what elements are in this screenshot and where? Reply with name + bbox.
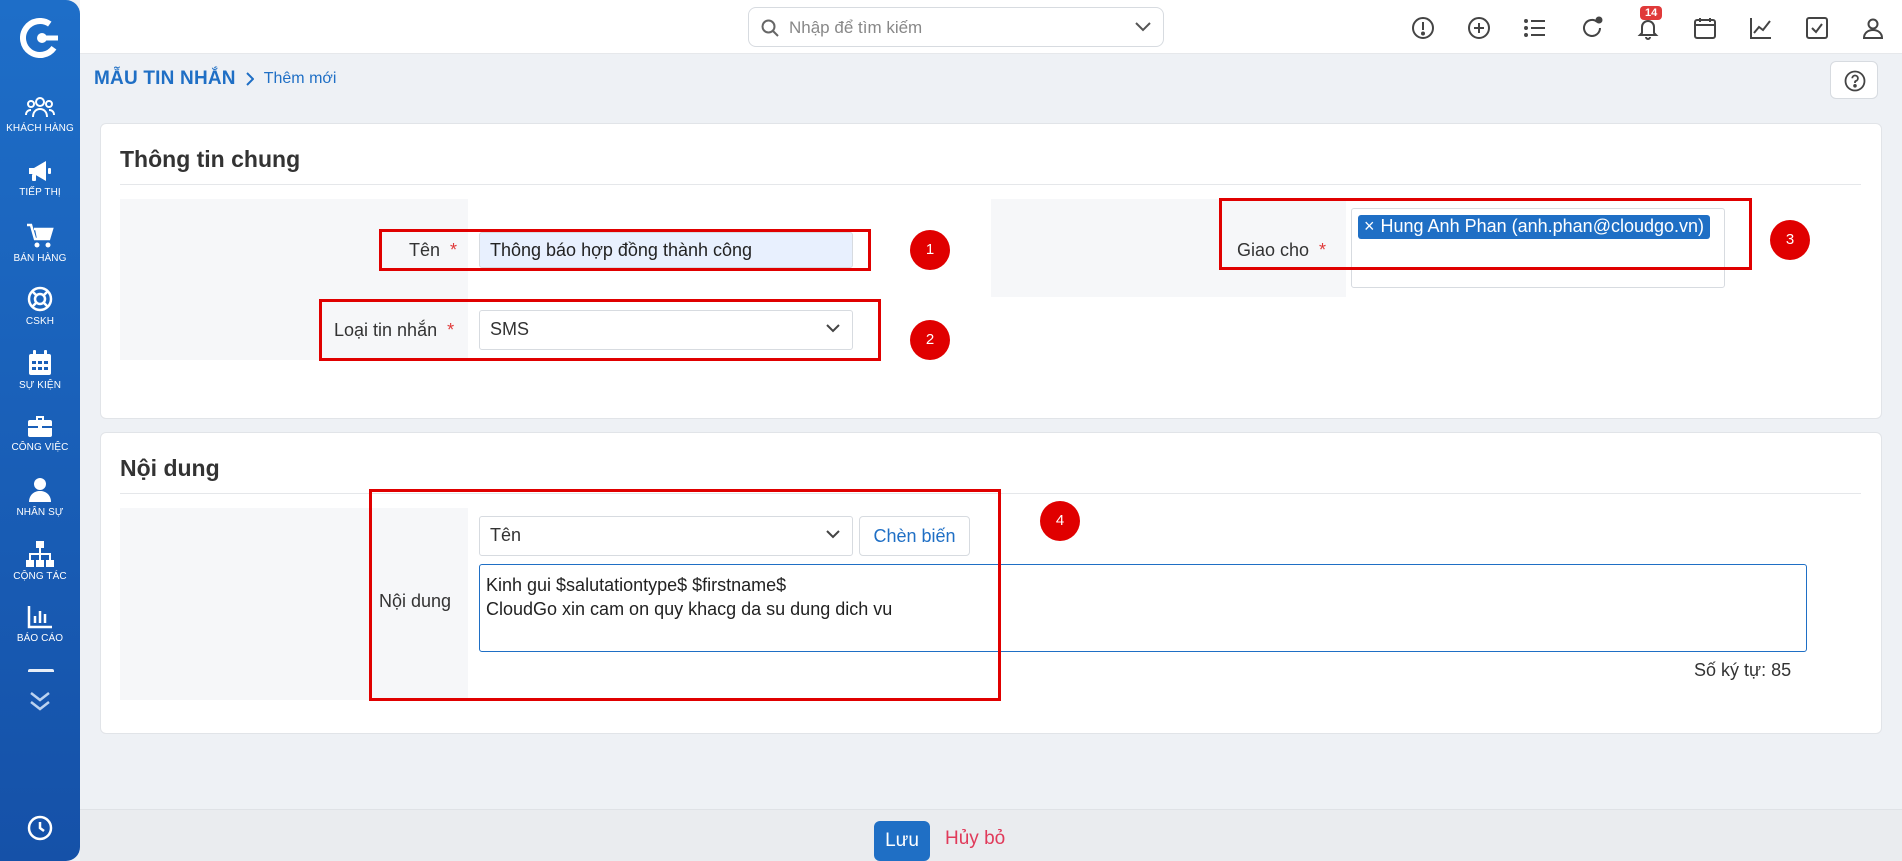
sidebar-item-marketing[interactable]: TIẾP THỊ xyxy=(0,159,80,198)
annotation-marker-4: 4 xyxy=(1040,501,1080,541)
chevron-right-icon xyxy=(246,72,254,86)
sidebar-item-label: TIẾP THỊ xyxy=(19,187,61,198)
section-divider xyxy=(120,184,1861,185)
refresh-icon[interactable] xyxy=(1580,16,1604,40)
sidebar-item-support[interactable]: CSKH xyxy=(0,286,80,327)
briefcase-icon xyxy=(28,416,52,437)
search-icon xyxy=(761,19,779,37)
help-icon xyxy=(1844,70,1866,92)
breadcrumb-current: Thêm mới xyxy=(263,70,337,87)
history-clock-icon[interactable] xyxy=(26,814,54,842)
chevron-down-icon[interactable] xyxy=(1135,22,1151,32)
annotation-box-3 xyxy=(1219,198,1752,270)
sidebar-item-label: CÔNG VIỆC xyxy=(11,442,69,453)
sidebar-item-label: NHÂN SỰ xyxy=(16,507,64,518)
annotation-box-4 xyxy=(369,489,1001,701)
section-title: Thông tin chung xyxy=(120,146,301,172)
sidebar-item-label: BÁO CÁO xyxy=(16,633,64,644)
sidebar-item-label: CỘNG TÁC xyxy=(13,571,67,582)
sidebar-item-tasks[interactable]: CÔNG VIỆC xyxy=(0,414,80,453)
form-footer: Lưu Hủy bỏ xyxy=(80,809,1902,861)
calendar-icon[interactable] xyxy=(1693,16,1717,40)
sidebar-item-label: BÁN HÀNG xyxy=(13,253,67,264)
annotation-box-1 xyxy=(379,229,871,271)
lifebuoy-icon xyxy=(27,286,53,312)
search-input[interactable] xyxy=(789,16,1119,40)
sidebar-item-label: SỰ KIỆN xyxy=(18,380,62,391)
sidebar-item-customers[interactable]: KHÁCH HÀNG xyxy=(0,95,80,134)
calendar-icon xyxy=(29,350,51,375)
user-icon[interactable] xyxy=(1861,16,1885,40)
annotation-box-2 xyxy=(319,299,881,361)
cart-icon xyxy=(27,223,54,248)
top-header: 14 xyxy=(80,0,1902,54)
breadcrumb: MẪU TIN NHẮN Thêm mới xyxy=(94,66,336,92)
users-icon xyxy=(25,97,55,118)
checkbox-icon[interactable] xyxy=(1805,16,1829,40)
section-title: Nội dung xyxy=(120,455,220,481)
megaphone-icon xyxy=(29,161,51,181)
sidebar: KHÁCH HÀNG TIẾP THỊ BÁN HÀNG CSKH SỰ KIỆ… xyxy=(0,0,80,861)
annotation-marker-2: 2 xyxy=(910,320,950,360)
global-search[interactable] xyxy=(748,7,1164,47)
alert-icon[interactable] xyxy=(1411,16,1435,40)
breadcrumb-root-link[interactable]: MẪU TIN NHẮN xyxy=(94,68,236,90)
sidebar-item-reports[interactable]: BÁO CÁO xyxy=(0,605,80,644)
bar-chart-icon xyxy=(27,606,52,629)
chart-icon[interactable] xyxy=(1749,16,1773,40)
annotation-marker-1: 1 xyxy=(910,230,950,270)
sidebar-item-hr[interactable]: NHÂN SỰ xyxy=(0,477,80,518)
sidebar-item-label: KHÁCH HÀNG xyxy=(6,123,74,134)
plus-circle-icon[interactable] xyxy=(1467,16,1491,40)
sidebar-item-label: CSKH xyxy=(25,316,55,327)
org-chart-icon xyxy=(26,541,54,567)
sidebar-item-sales[interactable]: BÁN HÀNG xyxy=(0,223,80,264)
save-button[interactable]: Lưu xyxy=(874,821,930,861)
chevrons-down-icon[interactable] xyxy=(28,690,52,712)
annotation-marker-3: 3 xyxy=(1770,220,1810,260)
sidebar-item-events[interactable]: SỰ KIỆN xyxy=(0,350,80,391)
person-icon xyxy=(29,478,51,502)
sidebar-item-collab[interactable]: CỘNG TÁC xyxy=(0,541,80,582)
cancel-link[interactable]: Hủy bỏ xyxy=(945,828,1005,850)
cloudgo-logo-icon[interactable] xyxy=(20,18,60,58)
sidebar-item-partial xyxy=(28,669,54,675)
help-button[interactable] xyxy=(1830,61,1878,99)
general-info-section: Thông tin chung Tên* Loại tin nhắn* SMS … xyxy=(100,123,1882,419)
char-count: Số ký tự: 85 xyxy=(1694,660,1792,680)
list-icon[interactable] xyxy=(1523,16,1547,40)
notification-badge: 14 xyxy=(1640,6,1663,20)
